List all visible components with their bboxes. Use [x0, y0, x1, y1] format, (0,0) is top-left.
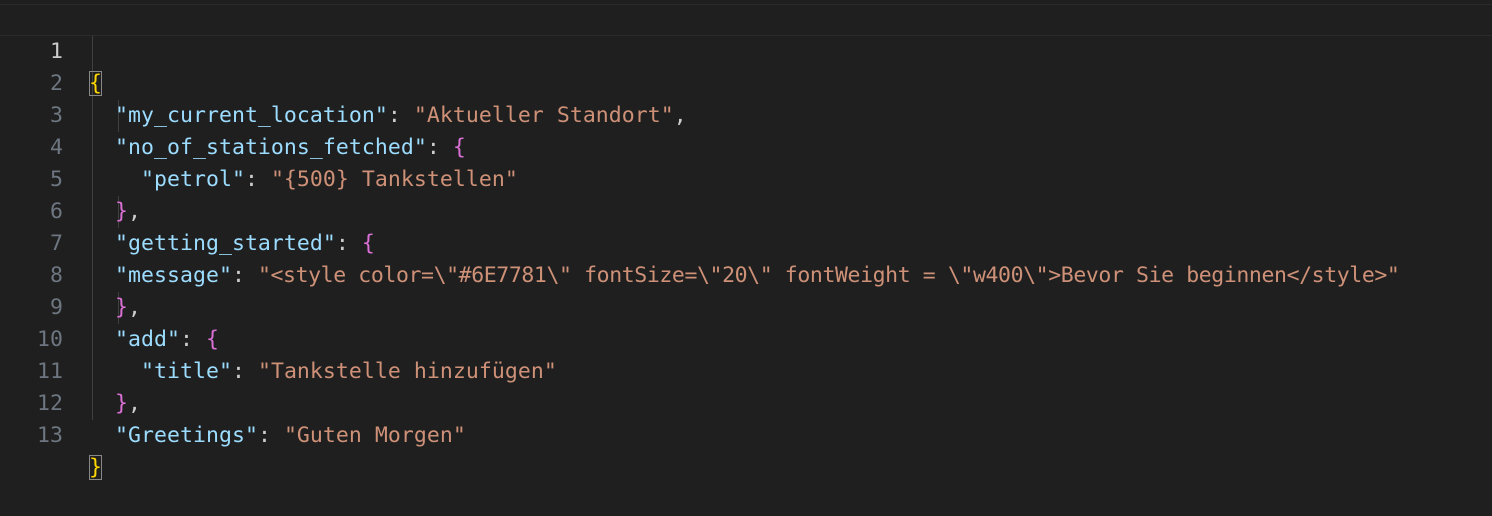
code-line[interactable]: 5 }, — [0, 132, 1492, 224]
code-line[interactable]: 12 "Greetings": "Guten Morgen" — [0, 356, 1492, 448]
code-line[interactable]: 7 "message": "<style color=\"#6E7781\" f… — [0, 196, 1492, 288]
line-content[interactable]: "Greetings": "Guten Morgen" — [89, 420, 466, 452]
code-line[interactable]: 9 "add": { — [0, 260, 1492, 352]
code-line[interactable]: 1 { — [0, 4, 1492, 96]
json-string-value: "Guten Morgen" — [283, 423, 466, 448]
code-line[interactable]: 10 "title": "Tankstelle hinzufügen" — [0, 292, 1492, 384]
code-line[interactable]: 13 } — [0, 388, 1492, 480]
code-line[interactable]: 11 }, — [0, 324, 1492, 416]
code-line[interactable]: 4 "petrol": "{500} Tankstellen" — [0, 100, 1492, 192]
code-line[interactable]: 2 "my_current_location": "Aktueller Stan… — [0, 36, 1492, 128]
line-number: 13 — [37, 423, 63, 448]
line-content[interactable]: } — [89, 452, 102, 484]
code-line[interactable]: 8 }, — [0, 228, 1492, 320]
colon: : — [257, 423, 284, 448]
code-editor[interactable]: 1 { 2 "my_current_location": "Aktueller … — [0, 2, 1492, 480]
code-line[interactable]: 3 "no_of_stations_fetched": { — [0, 68, 1492, 160]
code-line[interactable]: 6 "getting_started": { — [0, 164, 1492, 256]
json-key: "Greetings" — [115, 423, 258, 448]
